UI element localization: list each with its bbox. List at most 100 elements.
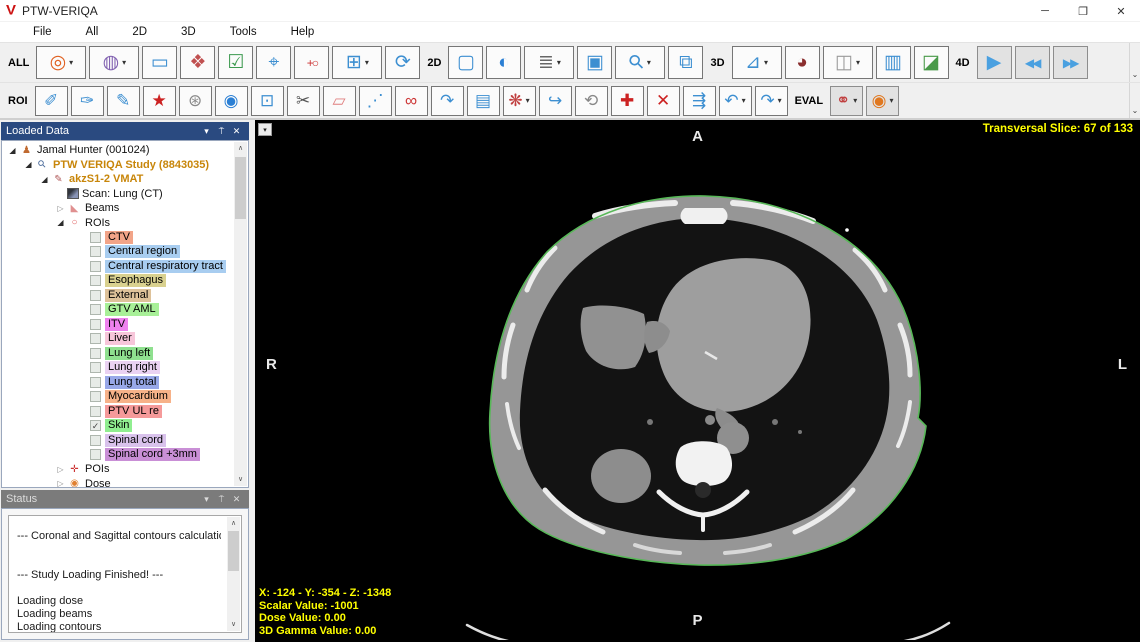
pin-icon[interactable]: ⍑ [214,494,229,505]
pen-button[interactable]: ✎ [107,86,140,116]
planes-3d-button[interactable]: ◪ [914,46,949,79]
add-contour-button[interactable]: ✚ [611,86,644,116]
maximize-button-icon[interactable]: ❐ [1064,0,1102,22]
beam-localize-button[interactable]: ⌖ [256,46,291,79]
roi-item-ptv-ul-re[interactable]: PTV UL re [2,404,248,419]
rotate-3d-button[interactable]: ◫▾ [823,46,873,79]
dropdown-arrow-icon[interactable]: ▾ [365,58,369,67]
tree-node-rois[interactable]: ◢○ROIs [2,216,248,231]
tree-node-scan-lung-ct[interactable]: Scan: Lung (CT) [2,187,248,202]
menu-file[interactable]: File [16,26,69,38]
plan-check-button[interactable]: ☑ [218,46,253,79]
roi-visibility-checkbox[interactable] [90,304,101,315]
copy-view-button[interactable]: ⧉ [668,46,703,79]
menu-2d[interactable]: 2D [115,26,164,38]
loaded-data-header[interactable]: Loaded Data ▾ ⍑ ✕ [1,122,249,140]
interpolate-points-button[interactable]: ⋰ [359,86,392,116]
roi-visibility-checkbox[interactable] [90,362,101,373]
structure-display-button[interactable]: ◍▾ [89,46,139,79]
delete-contour-button[interactable]: ✕ [647,86,680,116]
scrollbar-thumb[interactable] [235,157,246,219]
expanded-arrow-icon[interactable]: ◢ [38,175,51,184]
tree-node-jamal-hunter-001024[interactable]: ◢♟Jamal Hunter (001024) [2,143,248,158]
scroll-down-icon[interactable]: ∨ [227,618,240,631]
dropdown-arrow-icon[interactable]: ▾ [69,58,73,67]
point-chain-button[interactable]: ∞ [395,86,428,116]
stack-contours-button[interactable]: ▤ [467,86,500,116]
previous-phase-button[interactable]: ◀◀ [1015,46,1050,79]
collapsed-arrow-icon[interactable]: ▷ [54,465,67,474]
roi-item-esophagus[interactable]: Esophagus [2,274,248,289]
expanded-arrow-icon[interactable]: ◢ [6,146,19,155]
reset-orientation-button[interactable]: ⟳ [385,46,420,79]
menu-tools[interactable]: Tools [213,26,274,38]
roi-visibility-checkbox[interactable] [90,232,101,243]
roi-visibility-checkbox[interactable] [90,290,101,301]
panel-menu-icon[interactable]: ▾ [199,126,214,137]
roi-visibility-checkbox[interactable] [90,319,101,330]
roi-visibility-checkbox[interactable] [90,391,101,402]
magnify-region-button[interactable]: ▣ [577,46,612,79]
scrollbar-thumb[interactable] [228,531,239,571]
roi-item-lung-left[interactable]: Lung left [2,346,248,361]
roi-item-myocardium[interactable]: Myocardium [2,390,248,405]
add-poi-button[interactable]: +○ [294,46,329,79]
close-button-icon[interactable]: ✕ [1102,0,1140,22]
brush-button[interactable]: ✐ [35,86,68,116]
pin-icon[interactable]: ⍑ [214,126,229,137]
toolbar-overflow-button[interactable]: ⌄ [1129,43,1140,82]
slice-options-button[interactable]: ≣▾ [524,46,574,79]
collapsed-arrow-icon[interactable]: ▷ [54,479,67,487]
transversal-view[interactable]: ▾ Transversal Slice: 67 of 133 A R L P X… [255,120,1140,642]
scroll-up-icon[interactable]: ∧ [227,517,240,530]
expanded-arrow-icon[interactable]: ◢ [54,218,67,227]
collapsed-arrow-icon[interactable]: ▷ [54,204,67,213]
roi-visibility-checkbox[interactable] [90,377,101,388]
layout-button[interactable]: ⊞▾ [332,46,382,79]
scene-settings-button[interactable]: ▥ [876,46,911,79]
auto-segment-button[interactable]: ❋▾ [503,86,536,116]
copy-contour-button[interactable]: ↷ [431,86,464,116]
roi-item-central-respiratory-tract[interactable]: Central respiratory tract [2,259,248,274]
roi-visibility-checkbox[interactable] [90,275,101,286]
surface-3d-button[interactable]: ◕ [785,46,820,79]
tree-scrollbar[interactable]: ∧ ∨ [234,142,247,486]
roi-visibility-checkbox[interactable] [90,449,101,460]
undo-button[interactable]: ↶▾ [719,86,752,116]
rotate-body-button[interactable]: ⟲ [575,86,608,116]
tree-node-ptw-veriqa-study-8843035[interactable]: ◢⚲PTW VERIQA Study (8843035) [2,158,248,173]
roi-item-liver[interactable]: Liver [2,332,248,347]
margin-button[interactable]: ⊡ [251,86,284,116]
close-icon[interactable]: ✕ [229,126,244,137]
roi-item-lung-right[interactable]: Lung right [2,361,248,376]
menu-all[interactable]: All [69,26,116,38]
toolbar-overflow-button[interactable]: ⌄ [1129,83,1140,118]
tree-node-akzs1-2-vmat[interactable]: ◢✎akzS1-2 VMAT [2,172,248,187]
dropdown-arrow-icon[interactable]: ▾ [122,58,126,67]
roi-item-spinal-cord-3mm[interactable]: Spinal cord +3mm [2,448,248,463]
menu-3d[interactable]: 3D [164,26,213,38]
roi-visibility-checkbox[interactable] [90,261,101,272]
view-options-dropdown[interactable]: ▾ [258,123,272,136]
ruler-button[interactable]: ▭ [142,46,177,79]
roi-item-lung-total[interactable]: Lung total [2,375,248,390]
roi-visibility-checkbox[interactable] [90,348,101,359]
dropdown-arrow-icon[interactable]: ▾ [853,96,857,105]
roi-visibility-checkbox[interactable] [90,246,101,257]
scroll-up-icon[interactable]: ∧ [234,142,247,155]
window-level-button[interactable]: ◐ [486,46,521,79]
scene-3d-button[interactable]: ⊿▾ [732,46,782,79]
dropdown-arrow-icon[interactable]: ▾ [778,96,782,105]
roi-visibility-checkbox[interactable] [90,435,101,446]
dropdown-arrow-icon[interactable]: ▾ [890,96,894,105]
dropdown-arrow-icon[interactable]: ▾ [557,58,561,67]
dropdown-arrow-icon[interactable]: ▾ [742,96,746,105]
roi-item-ctv[interactable]: CTV [2,230,248,245]
dropdown-arrow-icon[interactable]: ▾ [856,58,860,67]
close-icon[interactable]: ✕ [229,494,244,505]
panel-menu-icon[interactable]: ▾ [199,494,214,505]
roi-item-spinal-cord[interactable]: Spinal cord [2,433,248,448]
boolean-button[interactable]: ◉ [215,86,248,116]
isodose-display-button[interactable]: ◎▾ [36,46,86,79]
next-phase-button[interactable]: ▶▶ [1053,46,1088,79]
